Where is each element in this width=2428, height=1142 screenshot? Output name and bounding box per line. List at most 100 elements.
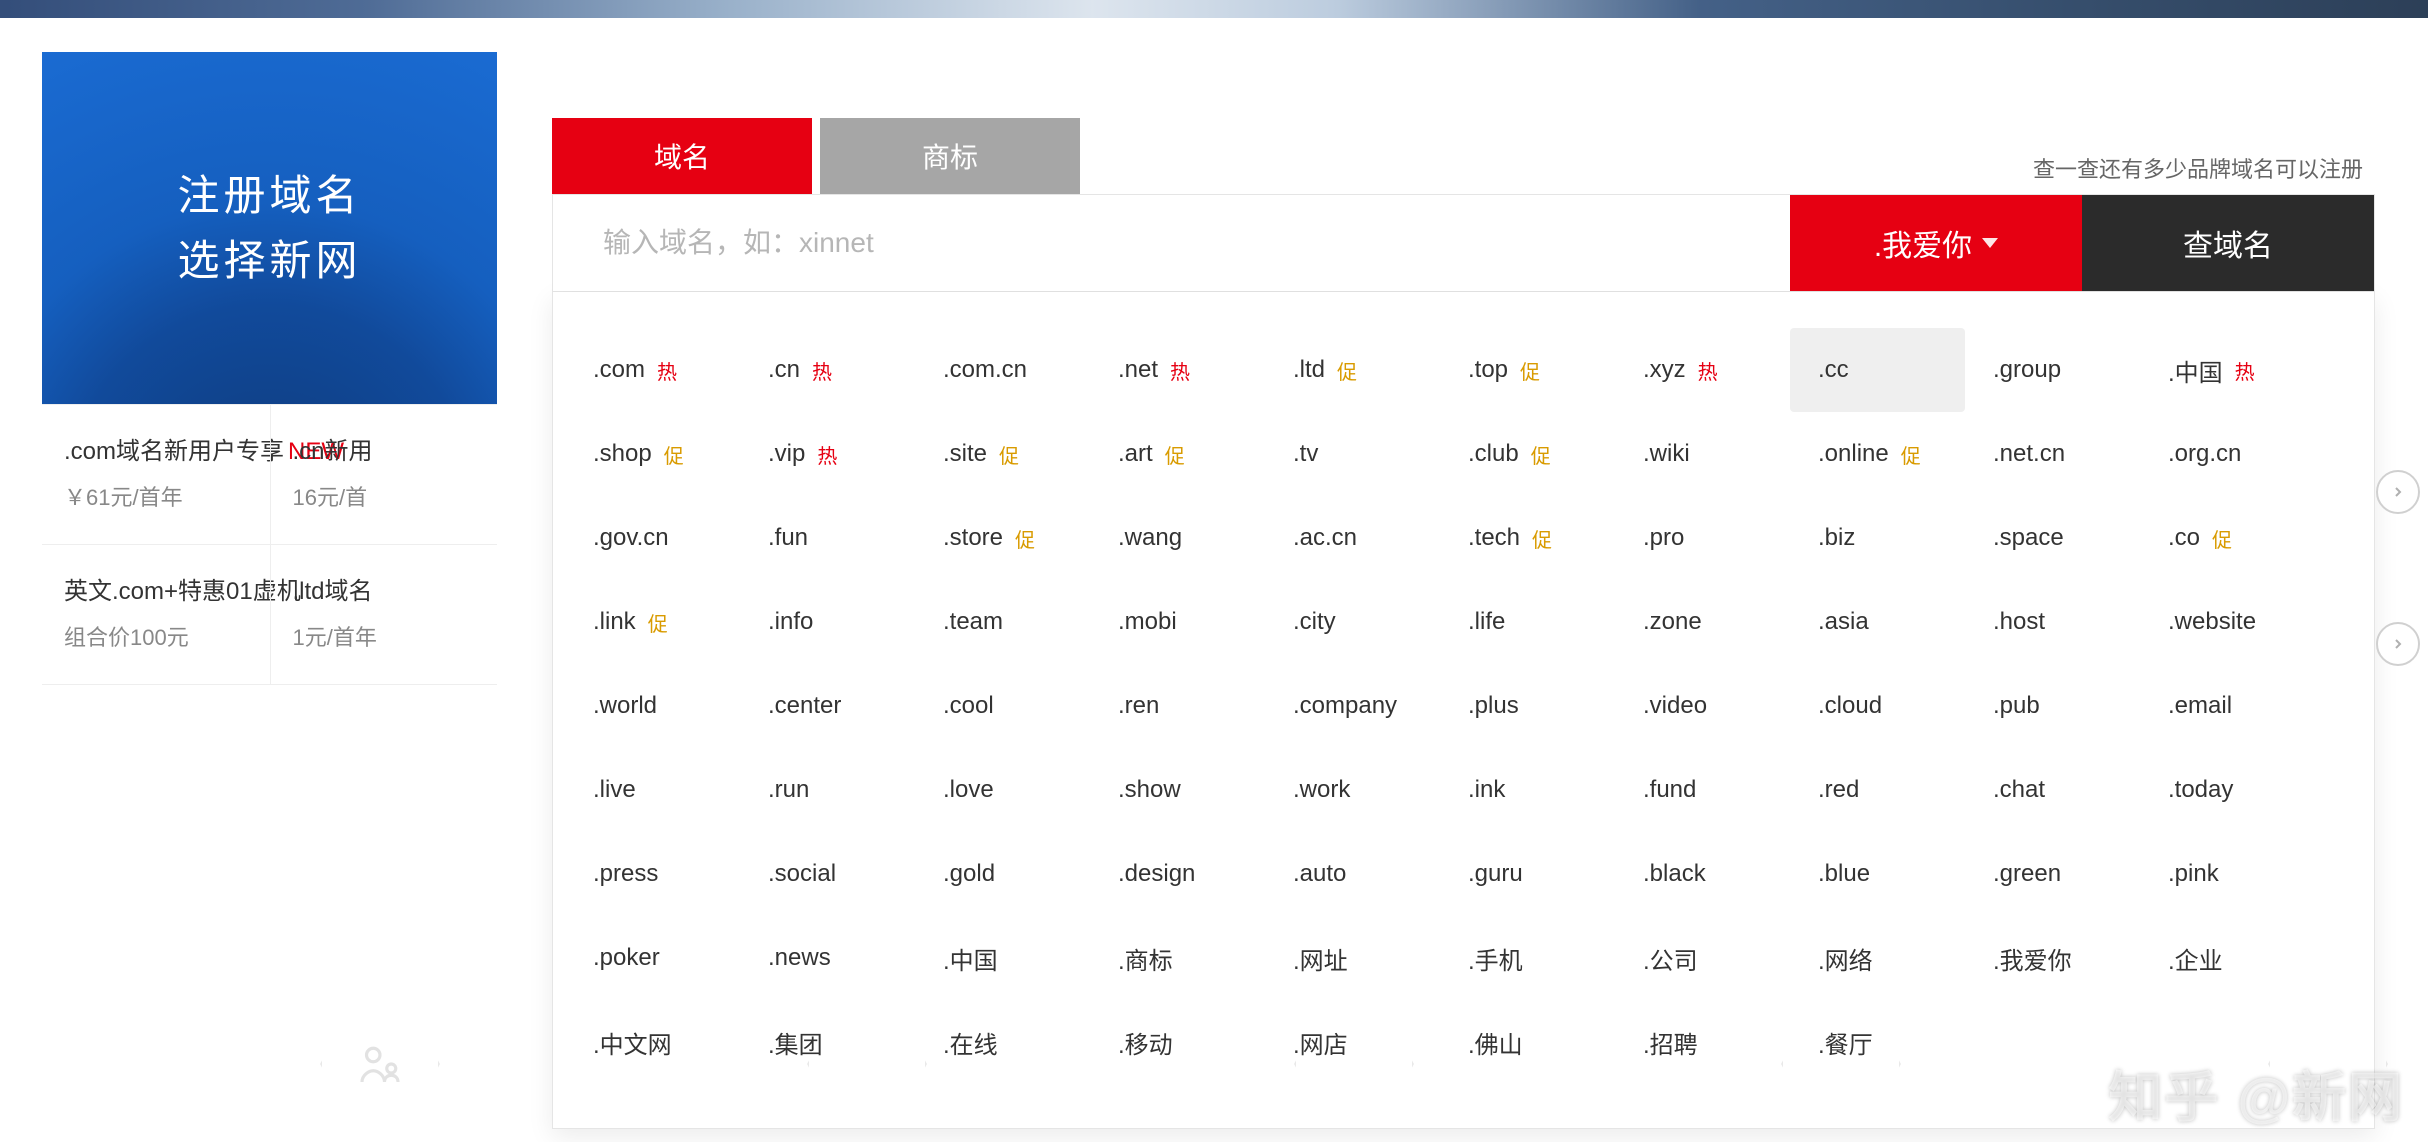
tld-option[interactable]: .blue — [1790, 832, 1965, 916]
tld-option[interactable]: .网店 — [1265, 1000, 1440, 1084]
tld-option[interactable]: .cloud — [1790, 664, 1965, 748]
tld-option[interactable]: .design — [1090, 832, 1265, 916]
tld-option[interactable]: .press — [565, 832, 740, 916]
tld-option[interactable]: .life — [1440, 580, 1615, 664]
tld-option[interactable]: .work — [1265, 748, 1440, 832]
tld-option[interactable]: .link促 — [565, 580, 740, 664]
tld-option[interactable]: .vip热 — [740, 412, 915, 496]
tld-option[interactable]: .website — [2140, 580, 2315, 664]
tld-option[interactable]: .我爱你 — [1965, 916, 2140, 1000]
tld-option[interactable]: .net.cn — [1965, 412, 2140, 496]
tld-option[interactable]: .ren — [1090, 664, 1265, 748]
tld-option[interactable]: .green — [1965, 832, 2140, 916]
tld-option[interactable]: .fun — [740, 496, 915, 580]
tld-option[interactable]: .net热 — [1090, 328, 1265, 412]
tld-option[interactable]: .run — [740, 748, 915, 832]
tld-option[interactable]: .site促 — [915, 412, 1090, 496]
tld-option[interactable]: .info — [740, 580, 915, 664]
tld-option[interactable]: .公司 — [1615, 916, 1790, 1000]
tld-option[interactable]: .gov.cn — [565, 496, 740, 580]
promo-cell[interactable]: .com域名新用户专享NEW￥61元/首年 — [42, 405, 270, 544]
tld-option[interactable]: .love — [915, 748, 1090, 832]
tld-option[interactable]: .social — [740, 832, 915, 916]
tld-option[interactable]: .pub — [1965, 664, 2140, 748]
tld-option[interactable]: .world — [565, 664, 740, 748]
tld-option[interactable]: .space — [1965, 496, 2140, 580]
tld-option[interactable]: .pro — [1615, 496, 1790, 580]
tld-option[interactable]: .company — [1265, 664, 1440, 748]
search-button[interactable]: 查域名 — [2082, 195, 2374, 291]
tld-option[interactable]: .guru — [1440, 832, 1615, 916]
tld-option[interactable]: .org.cn — [2140, 412, 2315, 496]
tld-option[interactable]: .集团 — [740, 1000, 915, 1084]
promo-hero-card[interactable]: 注册域名 选择新网 — [42, 52, 497, 404]
tld-option[interactable]: .asia — [1790, 580, 1965, 664]
tld-option[interactable]: .手机 — [1440, 916, 1615, 1000]
tld-option[interactable]: .tech促 — [1440, 496, 1615, 580]
tld-option[interactable]: .wiki — [1615, 412, 1790, 496]
tld-option[interactable]: .live — [565, 748, 740, 832]
tld-option[interactable]: .top促 — [1440, 328, 1615, 412]
tld-option[interactable]: .企业 — [2140, 916, 2315, 1000]
tld-option[interactable]: .auto — [1265, 832, 1440, 916]
tab-trademark[interactable]: 商标 — [820, 118, 1080, 194]
tld-option[interactable]: .wang — [1090, 496, 1265, 580]
tld-option[interactable]: .在线 — [915, 1000, 1090, 1084]
promo-cell[interactable]: .cn新用16元/首 — [270, 405, 498, 544]
tld-option[interactable]: .email — [2140, 664, 2315, 748]
tld-option[interactable]: .shop促 — [565, 412, 740, 496]
tld-option[interactable]: .store促 — [915, 496, 1090, 580]
tld-option[interactable]: .red — [1790, 748, 1965, 832]
tld-option[interactable]: .center — [740, 664, 915, 748]
tld-option[interactable]: .group — [1965, 328, 2140, 412]
tld-option[interactable]: .art促 — [1090, 412, 1265, 496]
tld-option[interactable]: .fund — [1615, 748, 1790, 832]
tld-option[interactable]: .ac.cn — [1265, 496, 1440, 580]
tld-option[interactable]: .host — [1965, 580, 2140, 664]
tld-option[interactable]: .移动 — [1090, 1000, 1265, 1084]
tld-option[interactable]: .online促 — [1790, 412, 1965, 496]
tld-option[interactable]: .com.cn — [915, 328, 1090, 412]
tld-option[interactable]: .商标 — [1090, 916, 1265, 1000]
tld-option[interactable]: .biz — [1790, 496, 1965, 580]
tld-option[interactable]: .招聘 — [1615, 1000, 1790, 1084]
tab-domain[interactable]: 域名 — [552, 118, 812, 194]
tld-option[interactable]: .佛山 — [1440, 1000, 1615, 1084]
promo-cell[interactable]: 英文.com+特惠01虚机组合价100元 — [42, 545, 270, 684]
tld-option[interactable]: .black — [1615, 832, 1790, 916]
tld-option[interactable]: .中国 — [915, 916, 1090, 1000]
carousel-next-icon[interactable] — [2376, 622, 2420, 666]
tld-select-dropdown[interactable]: .我爱你 — [1790, 195, 2082, 291]
tld-option[interactable]: .city — [1265, 580, 1440, 664]
carousel-next-icon[interactable] — [2376, 470, 2420, 514]
tld-option[interactable]: .ltd促 — [1265, 328, 1440, 412]
tld-option[interactable]: .中国热 — [2140, 328, 2315, 412]
tld-option[interactable]: .mobi — [1090, 580, 1265, 664]
tld-option[interactable]: .餐厅 — [1790, 1000, 1965, 1084]
domain-search-input[interactable] — [553, 195, 1790, 291]
tld-option[interactable]: .co促 — [2140, 496, 2315, 580]
tld-option[interactable]: .网络 — [1790, 916, 1965, 1000]
promo-cell[interactable]: .ltd域名1元/首年 — [270, 545, 498, 684]
tld-option[interactable]: .中文网 — [565, 1000, 740, 1084]
tld-option[interactable]: .team — [915, 580, 1090, 664]
tld-option[interactable]: .news — [740, 916, 915, 1000]
tld-option[interactable]: .xyz热 — [1615, 328, 1790, 412]
tld-option[interactable]: .com热 — [565, 328, 740, 412]
tld-option[interactable]: .pink — [2140, 832, 2315, 916]
tld-option[interactable]: .gold — [915, 832, 1090, 916]
tld-option[interactable]: .cool — [915, 664, 1090, 748]
tld-option[interactable]: .video — [1615, 664, 1790, 748]
tld-option[interactable]: .网址 — [1265, 916, 1440, 1000]
tld-option[interactable]: .zone — [1615, 580, 1790, 664]
tld-option[interactable]: .poker — [565, 916, 740, 1000]
tld-option[interactable]: .tv — [1265, 412, 1440, 496]
tabs-right-note[interactable]: 查一查还有多少品牌域名可以注册 — [2033, 152, 2375, 194]
tld-option[interactable]: .cc — [1790, 328, 1965, 412]
tld-option[interactable]: .ink — [1440, 748, 1615, 832]
tld-option[interactable]: .plus — [1440, 664, 1615, 748]
tld-option[interactable]: .club促 — [1440, 412, 1615, 496]
tld-option[interactable]: .chat — [1965, 748, 2140, 832]
tld-option[interactable]: .show — [1090, 748, 1265, 832]
tld-option[interactable]: .today — [2140, 748, 2315, 832]
